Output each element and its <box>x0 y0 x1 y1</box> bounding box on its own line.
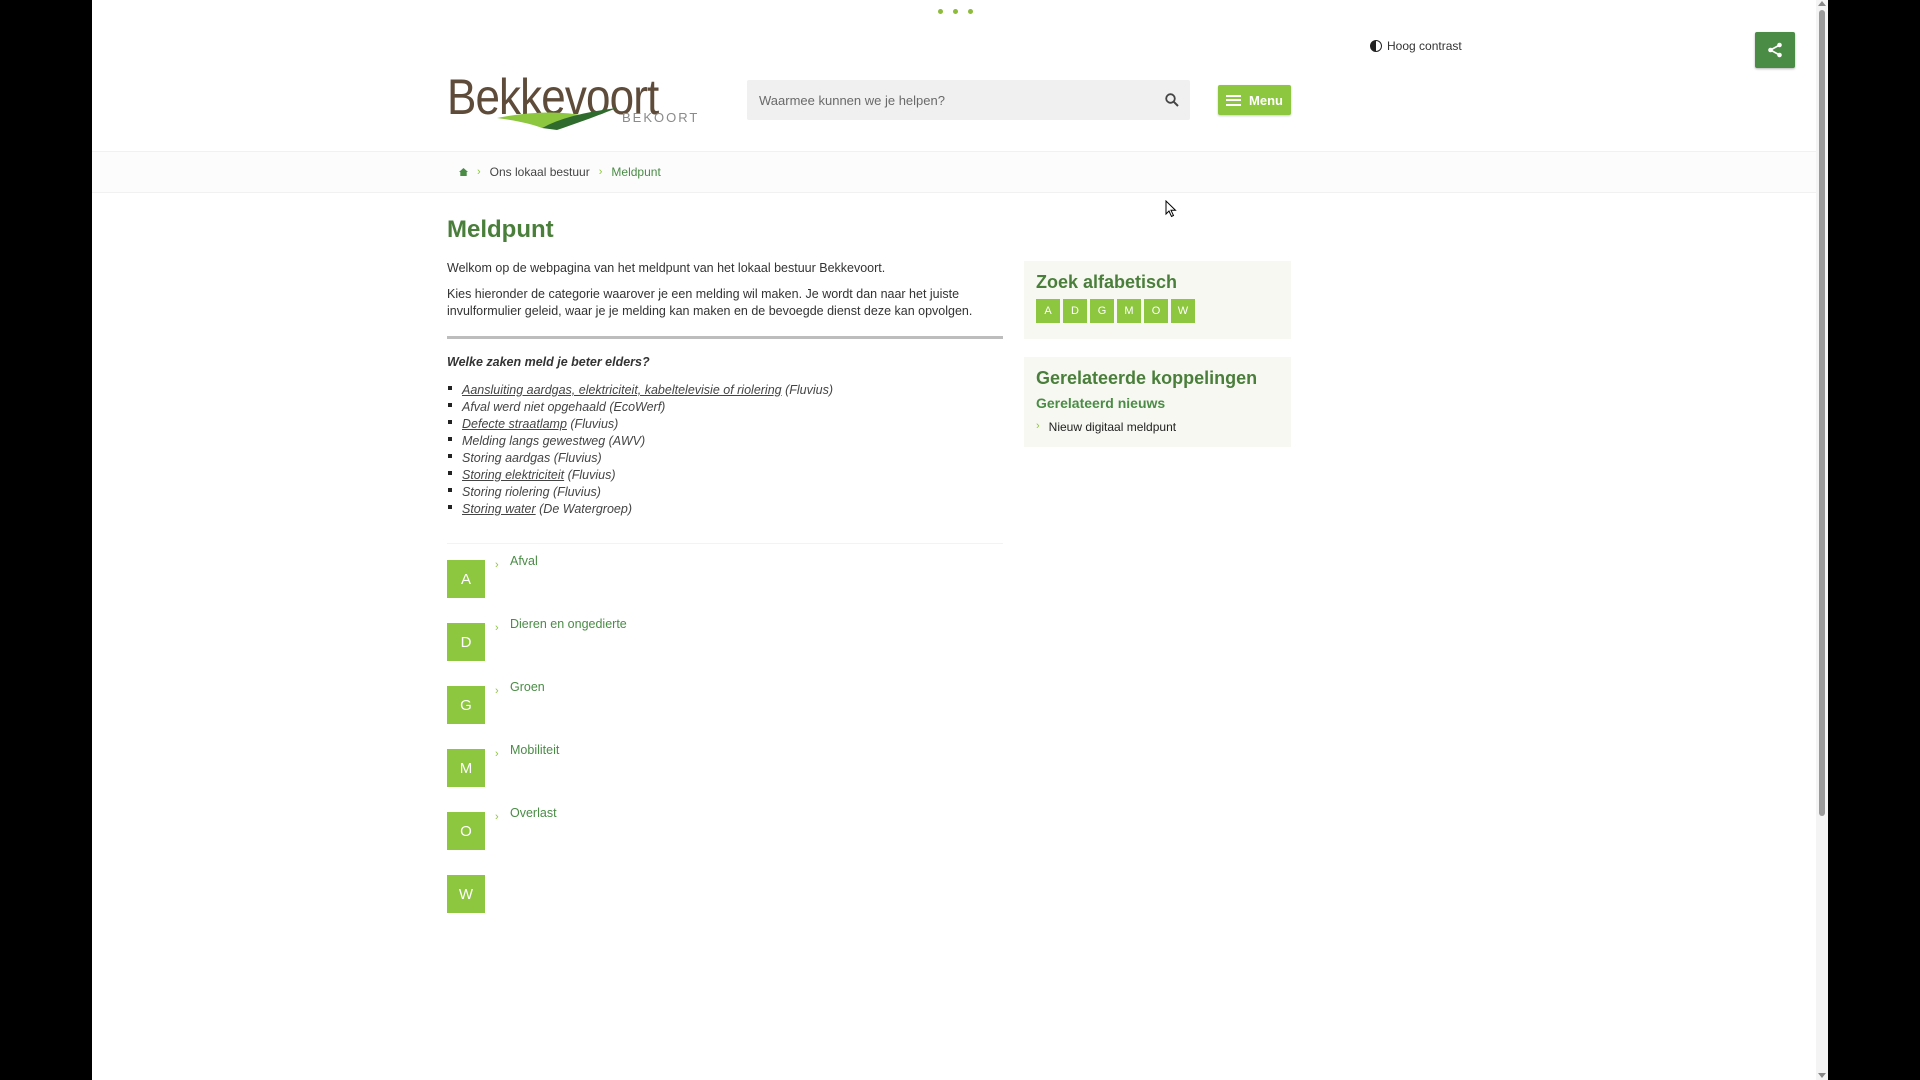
breadcrumb-item-current: Meldpunt <box>611 165 661 179</box>
list-item: Afval werd niet opgehaald (EcoWerf) <box>447 400 833 417</box>
category-link[interactable]: Groen <box>510 680 545 694</box>
search-input[interactable] <box>747 80 1161 120</box>
category-link[interactable]: Afval <box>510 554 538 568</box>
alpha-letter-a[interactable]: A <box>1036 299 1060 323</box>
share-icon <box>1768 42 1782 58</box>
logo-subtext: BEKOORT <box>622 110 700 125</box>
elsewhere-heading: Welke zaken meld je beter elders? <box>447 355 650 369</box>
logo-swoosh <box>497 108 617 130</box>
page-title: Meldpunt <box>447 216 554 243</box>
contrast-label: Hoog contrast <box>1387 39 1462 53</box>
search-box <box>747 80 1190 120</box>
elsewhere-list: Aansluiting aardgas, elektriciteit, kabe… <box>447 383 833 519</box>
hamburger-icon <box>1226 94 1242 106</box>
chevron-right-icon: › <box>495 811 499 823</box>
list-item: Storing elektriciteit (Fluvius) <box>447 468 833 485</box>
alpha-letter-o[interactable]: O <box>1144 299 1168 323</box>
alphabetical-search-box: Zoek alfabetisch A D G M O W <box>1024 261 1291 339</box>
list-item: Aansluiting aardgas, elektriciteit, kabe… <box>447 383 833 400</box>
chevron-right-icon: › <box>495 622 499 634</box>
category-letter: O <box>447 812 485 850</box>
contrast-toggle[interactable]: Hoog contrast <box>1370 39 1462 53</box>
loading-indicator <box>938 9 973 14</box>
list-item: Defecte straatlamp (Fluvius) <box>447 417 833 434</box>
breadcrumb-separator: › <box>598 166 603 178</box>
list-item: Melding langs gewestweg (AWV) <box>447 434 833 451</box>
related-news-title: Gerelateerd nieuws <box>1036 395 1166 411</box>
related-links-box: Gerelateerde koppelingen Gerelateerd nie… <box>1024 357 1291 447</box>
share-button[interactable] <box>1755 32 1795 68</box>
chevron-right-icon: › <box>1036 420 1040 432</box>
alpha-letter-m[interactable]: M <box>1117 299 1141 323</box>
page: Hoog contrast Bekkevoort BEKOORT Menu <box>92 0 1828 1080</box>
chevron-right-icon: › <box>495 559 499 571</box>
alphabet-filter: A D G M O W <box>1036 299 1195 323</box>
divider <box>447 543 1003 544</box>
mouse-cursor-icon <box>1165 200 1177 218</box>
site-logo[interactable]: Bekkevoort BEKOORT <box>447 68 707 138</box>
chevron-right-icon: › <box>495 685 499 697</box>
elsewhere-link[interactable]: Storing water <box>462 502 536 516</box>
elsewhere-link[interactable]: Defecte straatlamp <box>462 417 567 431</box>
category-letter: D <box>447 623 485 661</box>
elsewhere-link[interactable]: Storing elektriciteit <box>462 468 564 482</box>
breadcrumb: › Ons lokaal bestuur › Meldpunt <box>459 165 661 179</box>
elsewhere-link[interactable]: Aansluiting aardgas, elektriciteit, kabe… <box>462 383 782 397</box>
search-icon <box>1165 93 1179 107</box>
menu-label: Menu <box>1249 92 1283 108</box>
list-item: Storing aardgas (Fluvius) <box>447 451 833 468</box>
breadcrumb-item-bestuur[interactable]: Ons lokaal bestuur <box>490 165 590 179</box>
category-letter: G <box>447 686 485 724</box>
category-letter: W <box>447 875 485 913</box>
menu-button[interactable]: Menu <box>1218 85 1291 115</box>
breadcrumb-bar: › Ons lokaal bestuur › Meldpunt <box>92 151 1828 193</box>
home-icon[interactable] <box>459 168 468 176</box>
chevron-right-icon: › <box>495 748 499 760</box>
intro-paragraph: Kies hieronder de categorie waarover je … <box>447 287 973 318</box>
intro-paragraph: Welkom op de webpagina van het meldpunt … <box>447 261 886 275</box>
category-link[interactable]: Overlast <box>510 806 557 820</box>
category-link[interactable]: Dieren en ongedierte <box>510 617 627 631</box>
related-news-link[interactable]: Nieuw digitaal meldpunt <box>1049 420 1176 434</box>
category-link[interactable]: Mobiliteit <box>510 743 559 757</box>
search-button[interactable] <box>1164 92 1180 108</box>
contrast-icon <box>1370 40 1382 52</box>
divider <box>447 336 1003 339</box>
category-letter: A <box>447 560 485 598</box>
related-links-title: Gerelateerde koppelingen <box>1036 368 1258 388</box>
breadcrumb-separator: › <box>477 166 481 178</box>
alphabetical-search-title: Zoek alfabetisch <box>1036 272 1178 292</box>
list-item: Storing riolering (Fluvius) <box>447 485 833 502</box>
category-letter: M <box>447 749 485 787</box>
scrollbar-thumb[interactable] <box>1819 10 1825 816</box>
alpha-letter-d[interactable]: D <box>1063 299 1087 323</box>
scroll-up-arrow-icon[interactable] <box>1818 1 1826 6</box>
scroll-down-arrow-icon[interactable] <box>1818 1073 1826 1078</box>
vertical-scrollbar[interactable] <box>1816 0 1828 1080</box>
alpha-letter-w[interactable]: W <box>1171 299 1195 323</box>
alpha-letter-g[interactable]: G <box>1090 299 1114 323</box>
list-item: Storing water (De Watergroep) <box>447 502 833 519</box>
related-news-item[interactable]: › Nieuw digitaal meldpunt <box>1036 420 1176 434</box>
